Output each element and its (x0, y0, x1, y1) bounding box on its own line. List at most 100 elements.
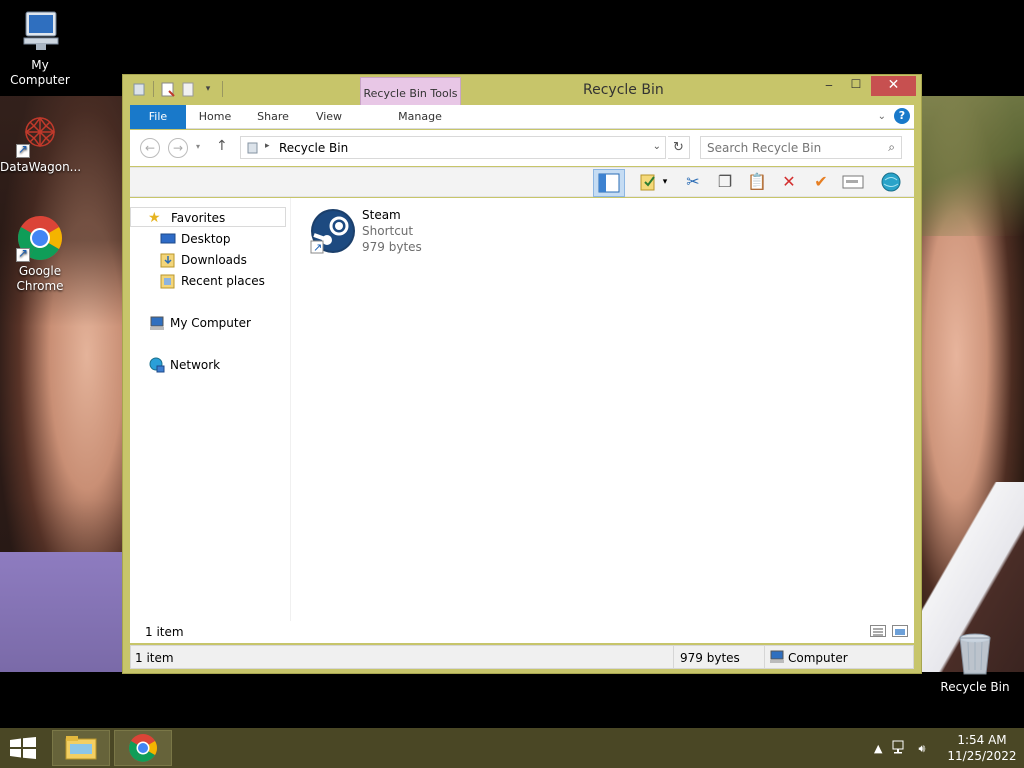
properties-dropdown-icon[interactable]: ▾ (658, 170, 672, 194)
nav-item-downloads[interactable]: Downloads (130, 250, 288, 270)
taskbar-explorer[interactable] (52, 730, 110, 766)
address-dropdown-icon[interactable]: ⌄ (653, 141, 661, 152)
details-view-icon[interactable] (870, 625, 886, 637)
copy-icon[interactable]: ❐ (712, 170, 738, 194)
command-toolbar: ▾ ✂ ❐ 📋 ✕ ✔ (130, 167, 914, 197)
window-title: Recycle Bin (583, 82, 664, 98)
context-tab-recycle-bin-tools: Recycle Bin Tools (360, 77, 461, 107)
desktop-icon-chrome[interactable]: Google Chrome (0, 214, 80, 294)
status-items: 1 item (135, 651, 174, 665)
preview-pane-button[interactable] (593, 169, 625, 197)
nav-item-label: Desktop (181, 232, 231, 246)
expand-ribbon-icon[interactable]: ⌄ (878, 111, 886, 122)
address-box[interactable]: ▸ Recycle Bin ⌄ (240, 136, 666, 159)
desktop-icon-recycle-bin[interactable]: Recycle Bin (935, 630, 1015, 695)
nav-item-favorites[interactable]: ★ Favorites (130, 207, 286, 227)
delete-icon[interactable]: ✕ (776, 170, 802, 194)
chrome-icon (129, 734, 157, 762)
shortcut-arrow-icon (16, 142, 30, 158)
desktop-icon-label: Recycle Bin (940, 680, 1010, 694)
shortcut-arrow-icon (16, 246, 30, 262)
nav-item-label: Recent places (181, 274, 265, 288)
status-bar: 1 item 979 bytes Computer (130, 645, 914, 669)
close-button[interactable]: ✕ (871, 76, 916, 96)
large-icons-view-icon[interactable] (892, 625, 908, 637)
nav-item-network[interactable]: Network (130, 355, 288, 375)
file-item-steam[interactable]: ↗ Steam Shortcut 979 bytes (308, 206, 448, 262)
recycle-bin-icon (951, 630, 999, 678)
computer-icon (16, 8, 64, 56)
properties-icon[interactable] (160, 81, 176, 97)
up-button[interactable]: ↑ (216, 138, 228, 154)
tab-home[interactable]: Home (190, 105, 240, 129)
ribbon-tabs: File Home Share View Manage ⌄ ? (130, 105, 914, 129)
clock-date: 11/25/2022 (947, 749, 1017, 763)
volume-icon[interactable]: 🔊︎ (918, 742, 925, 756)
star-icon: ★ (148, 210, 161, 226)
cut-icon[interactable]: ✂ (680, 170, 706, 194)
rename-icon[interactable] (840, 170, 866, 194)
globe-icon[interactable] (878, 170, 904, 194)
forward-button[interactable]: → (168, 138, 188, 158)
nav-item-label: Downloads (181, 253, 247, 267)
customize-qat-icon[interactable]: ▾ (200, 81, 216, 97)
computer-icon (150, 316, 164, 330)
recycle-bin-small-icon (247, 142, 258, 154)
restore-icon[interactable]: ✔ (808, 170, 834, 194)
chrome-icon (16, 214, 64, 262)
clock-time: 1:54 AM (957, 733, 1007, 747)
maximize-button[interactable]: ☐ (843, 77, 869, 97)
file-explorer-icon (65, 736, 97, 760)
breadcrumb-recycle-bin[interactable]: Recycle Bin (279, 141, 348, 155)
tab-share[interactable]: Share (248, 105, 298, 129)
nav-item-my-computer[interactable]: My Computer (130, 313, 288, 333)
refresh-button[interactable]: ↻ (668, 136, 690, 159)
taskbar-chrome[interactable] (114, 730, 172, 766)
desktop-icon (160, 233, 176, 244)
status-size: 979 bytes (680, 651, 740, 665)
nav-item-label: My Computer (170, 316, 251, 330)
desktop-icon-label: My Computer (10, 58, 70, 87)
search-input[interactable] (707, 137, 877, 158)
file-size: 979 bytes (362, 240, 422, 254)
nav-item-desktop[interactable]: Desktop (130, 229, 288, 249)
item-count-row: 1 item (130, 621, 914, 643)
nav-item-recent-places[interactable]: Recent places (130, 271, 288, 291)
minimize-button[interactable]: ‒ (816, 78, 842, 98)
recycle-bin-small-icon (131, 81, 147, 97)
windows-logo-icon (10, 737, 36, 759)
tab-view[interactable]: View (306, 105, 352, 129)
steam-icon: ↗ (310, 209, 355, 254)
recent-places-icon (160, 274, 175, 289)
search-icon[interactable]: ⌕ (888, 140, 895, 155)
status-location: Computer (788, 651, 848, 665)
new-folder-icon[interactable] (180, 81, 196, 97)
title-bar[interactable]: ▾ Recycle Bin Tools Recycle Bin ‒ ☐ ✕ (123, 75, 921, 107)
desktop-icon-datawagon[interactable]: DataWagon... (0, 110, 81, 175)
taskbar: ▲ 🔊︎ 1:54 AM 11/25/2022 (0, 728, 1024, 768)
back-button[interactable]: ← (140, 138, 160, 158)
quick-access-toolbar: ▾ (131, 81, 225, 97)
desktop-icon-my-computer[interactable]: My Computer (0, 8, 80, 88)
navigation-pane: ★ Favorites Desktop Downloads Recent pla… (130, 198, 290, 638)
computer-icon (770, 650, 784, 663)
paste-icon[interactable]: 📋 (744, 170, 770, 194)
file-name: Steam (362, 208, 401, 222)
system-tray: ▲ 🔊︎ (874, 740, 925, 757)
start-button[interactable] (8, 737, 38, 759)
item-count: 1 item (145, 625, 184, 639)
network-status-icon[interactable] (892, 740, 908, 757)
tab-file[interactable]: File (130, 105, 186, 129)
wallpaper-right (920, 96, 1024, 672)
help-icon[interactable]: ? (894, 108, 910, 124)
datawagon-icon (16, 110, 64, 158)
recent-locations-icon[interactable]: ▾ (196, 142, 200, 151)
tab-manage[interactable]: Manage (380, 105, 460, 129)
show-hidden-icons-icon[interactable]: ▲ (874, 742, 882, 755)
breadcrumb-arrow-icon[interactable]: ▸ (265, 141, 270, 151)
clock[interactable]: 1:54 AM 11/25/2022 (946, 732, 1018, 764)
explorer-window: ▾ Recycle Bin Tools Recycle Bin ‒ ☐ ✕ Fi… (122, 74, 922, 674)
nav-item-label: Network (170, 358, 221, 372)
address-bar-row: ← → ▾ ↑ ▸ Recycle Bin ⌄ ↻ ⌕ (130, 130, 914, 166)
file-type: Shortcut (362, 224, 414, 238)
